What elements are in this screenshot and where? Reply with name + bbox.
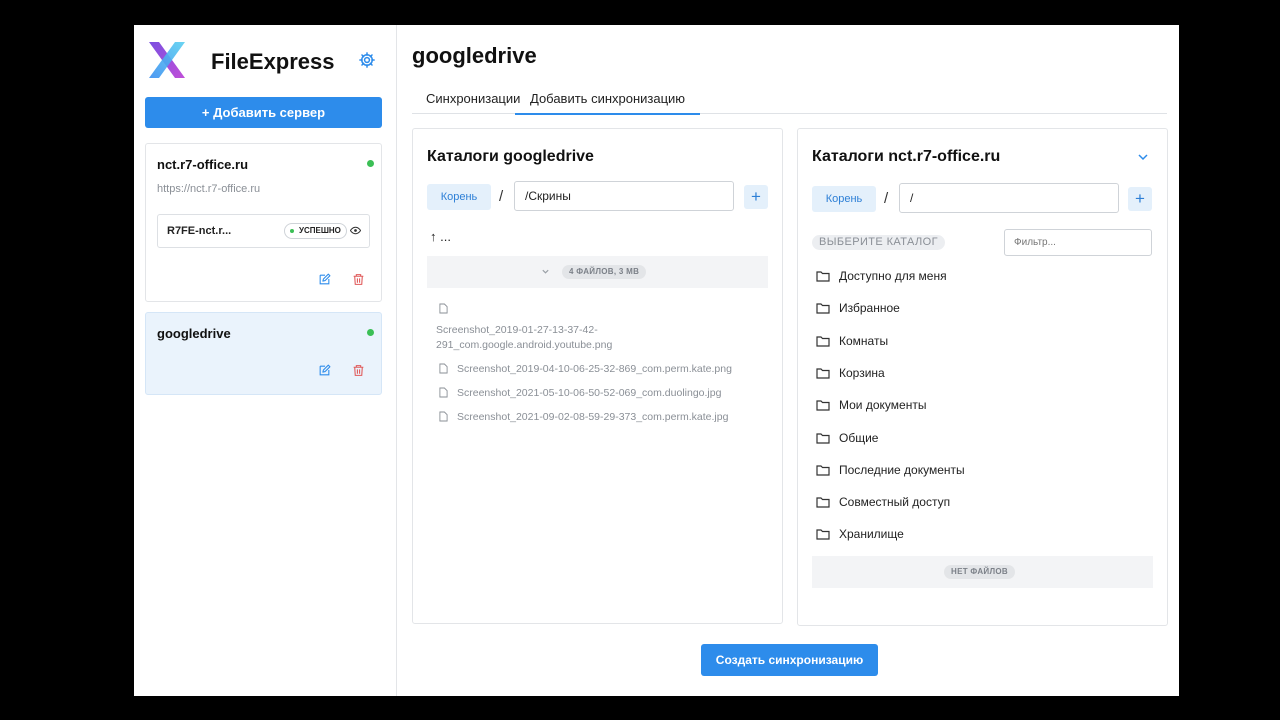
folder-item[interactable]: Общие xyxy=(816,429,1146,449)
server-card-selected[interactable]: googledrive xyxy=(145,312,382,395)
folder-item[interactable]: Корзина xyxy=(816,364,1146,384)
folder-label: Хранилище xyxy=(839,527,904,541)
folder-label: Комнаты xyxy=(839,334,889,348)
server-card[interactable]: nct.r7-office.ru https://nct.r7-office.r… xyxy=(145,143,382,302)
server-title: nct.r7-office.ru xyxy=(157,157,249,172)
files-summary-toggle[interactable]: 4 ФАЙЛОВ, 3 MB xyxy=(427,256,768,288)
folder-icon xyxy=(816,368,830,379)
add-folder-button[interactable]: + xyxy=(744,185,768,209)
brand: FileExpress xyxy=(146,39,386,81)
create-sync-button[interactable]: Создать синхронизацию xyxy=(701,644,878,676)
file-item[interactable]: Screenshot_2019-01-27-13-37-42-291_com.g… xyxy=(436,323,656,353)
file-item[interactable]: Screenshot_2021-05-10-06-50-52-069_com.d… xyxy=(457,387,721,399)
server-url: https://nct.r7-office.ru xyxy=(157,183,261,195)
file-icon xyxy=(439,387,448,398)
tab-syncs[interactable]: Синхронизации xyxy=(426,91,520,113)
folder-icon xyxy=(816,497,830,508)
root-button[interactable]: Корень xyxy=(427,184,491,210)
chevron-down-icon[interactable] xyxy=(1137,151,1149,163)
main-content: googledrive Синхронизации Добавить синхр… xyxy=(397,25,1179,696)
file-item[interactable]: Screenshot_2021-09-02-08-59-29-373_com.p… xyxy=(457,411,728,423)
add-server-button[interactable]: + Добавить сервер xyxy=(145,97,382,128)
folder-item[interactable]: Хранилище xyxy=(816,525,1146,545)
folder-item[interactable]: Избранное xyxy=(816,299,1146,319)
status-badge: УСПЕШНО xyxy=(284,223,347,239)
folder-icon xyxy=(816,303,830,314)
file-item[interactable]: Screenshot_2019-04-10-06-25-32-869_com.p… xyxy=(457,363,732,375)
page-title: googledrive xyxy=(412,43,537,68)
trash-icon[interactable] xyxy=(352,364,365,377)
edit-icon[interactable] xyxy=(318,364,331,377)
folder-label: Совместный доступ xyxy=(839,495,951,509)
path-input[interactable] xyxy=(899,183,1119,213)
app-window: FileExpress + Добавить сервер nct.r7-off… xyxy=(134,25,1179,696)
folder-icon xyxy=(816,465,830,476)
folder-item[interactable]: Совместный доступ xyxy=(816,493,1146,513)
filter-input[interactable] xyxy=(1004,229,1152,256)
tab-bar: Синхронизации Добавить синхронизацию xyxy=(412,87,1167,115)
server-title: googledrive xyxy=(157,326,231,341)
no-files-badge: НЕТ ФАЙЛОВ xyxy=(944,565,1015,579)
files-count-badge: 4 ФАЙЛОВ, 3 MB xyxy=(562,265,647,279)
file-icon xyxy=(439,411,448,422)
tab-add-sync[interactable]: Добавить синхронизацию xyxy=(515,91,701,115)
sync-name: R7FE-nct.r... xyxy=(167,225,232,237)
root-button[interactable]: Корень xyxy=(812,186,876,212)
folder-icon xyxy=(816,336,830,347)
folder-label: Корзина xyxy=(839,366,885,380)
no-files-bar: НЕТ ФАЙЛОВ xyxy=(812,556,1153,588)
chevron-down-icon xyxy=(542,269,549,274)
path-separator: / xyxy=(499,188,504,205)
panel-title: Каталоги googledrive xyxy=(427,148,594,165)
folder-icon xyxy=(816,271,830,282)
app-name: FileExpress xyxy=(211,49,335,74)
status-dot xyxy=(367,160,374,167)
folder-item[interactable]: Доступно для меня xyxy=(816,267,1146,287)
folder-item[interactable]: Мои документы xyxy=(816,396,1146,416)
trash-icon[interactable] xyxy=(352,273,365,286)
target-catalog-panel: Каталоги nct.r7-office.ru Корень / + ВЫБ… xyxy=(797,128,1168,626)
folder-label: Доступно для меня xyxy=(839,269,947,283)
folder-label: Мои документы xyxy=(839,398,927,412)
folder-label: Общие xyxy=(839,431,879,445)
folder-item[interactable]: Комнаты xyxy=(816,332,1146,352)
file-icon xyxy=(439,363,448,374)
folder-icon xyxy=(816,400,830,411)
fileexpress-logo-icon xyxy=(149,42,185,78)
folder-item[interactable]: Последние документы xyxy=(816,461,1146,481)
path-separator: / xyxy=(884,190,889,207)
sync-item[interactable]: R7FE-nct.r... УСПЕШНО xyxy=(157,214,370,248)
add-folder-button[interactable]: + xyxy=(1128,187,1152,211)
eye-icon[interactable] xyxy=(350,225,361,236)
sidebar: FileExpress + Добавить сервер nct.r7-off… xyxy=(134,25,397,696)
parent-dir-link[interactable]: ↑ ... xyxy=(430,229,451,244)
folder-icon xyxy=(816,433,830,444)
source-catalog-panel: Каталоги googledrive Корень / + ↑ ... 4 … xyxy=(412,128,783,624)
status-dot xyxy=(367,329,374,336)
path-input[interactable] xyxy=(514,181,734,211)
folder-icon xyxy=(816,529,830,540)
panel-title: Каталоги nct.r7-office.ru xyxy=(812,148,1001,165)
folder-label: Избранное xyxy=(839,301,900,315)
file-icon xyxy=(439,303,448,314)
edit-icon[interactable] xyxy=(318,273,331,286)
select-catalog-label: ВЫБЕРИТЕ КАТАЛОГ xyxy=(812,235,945,250)
gear-icon[interactable] xyxy=(358,51,376,69)
folder-label: Последние документы xyxy=(839,463,965,477)
